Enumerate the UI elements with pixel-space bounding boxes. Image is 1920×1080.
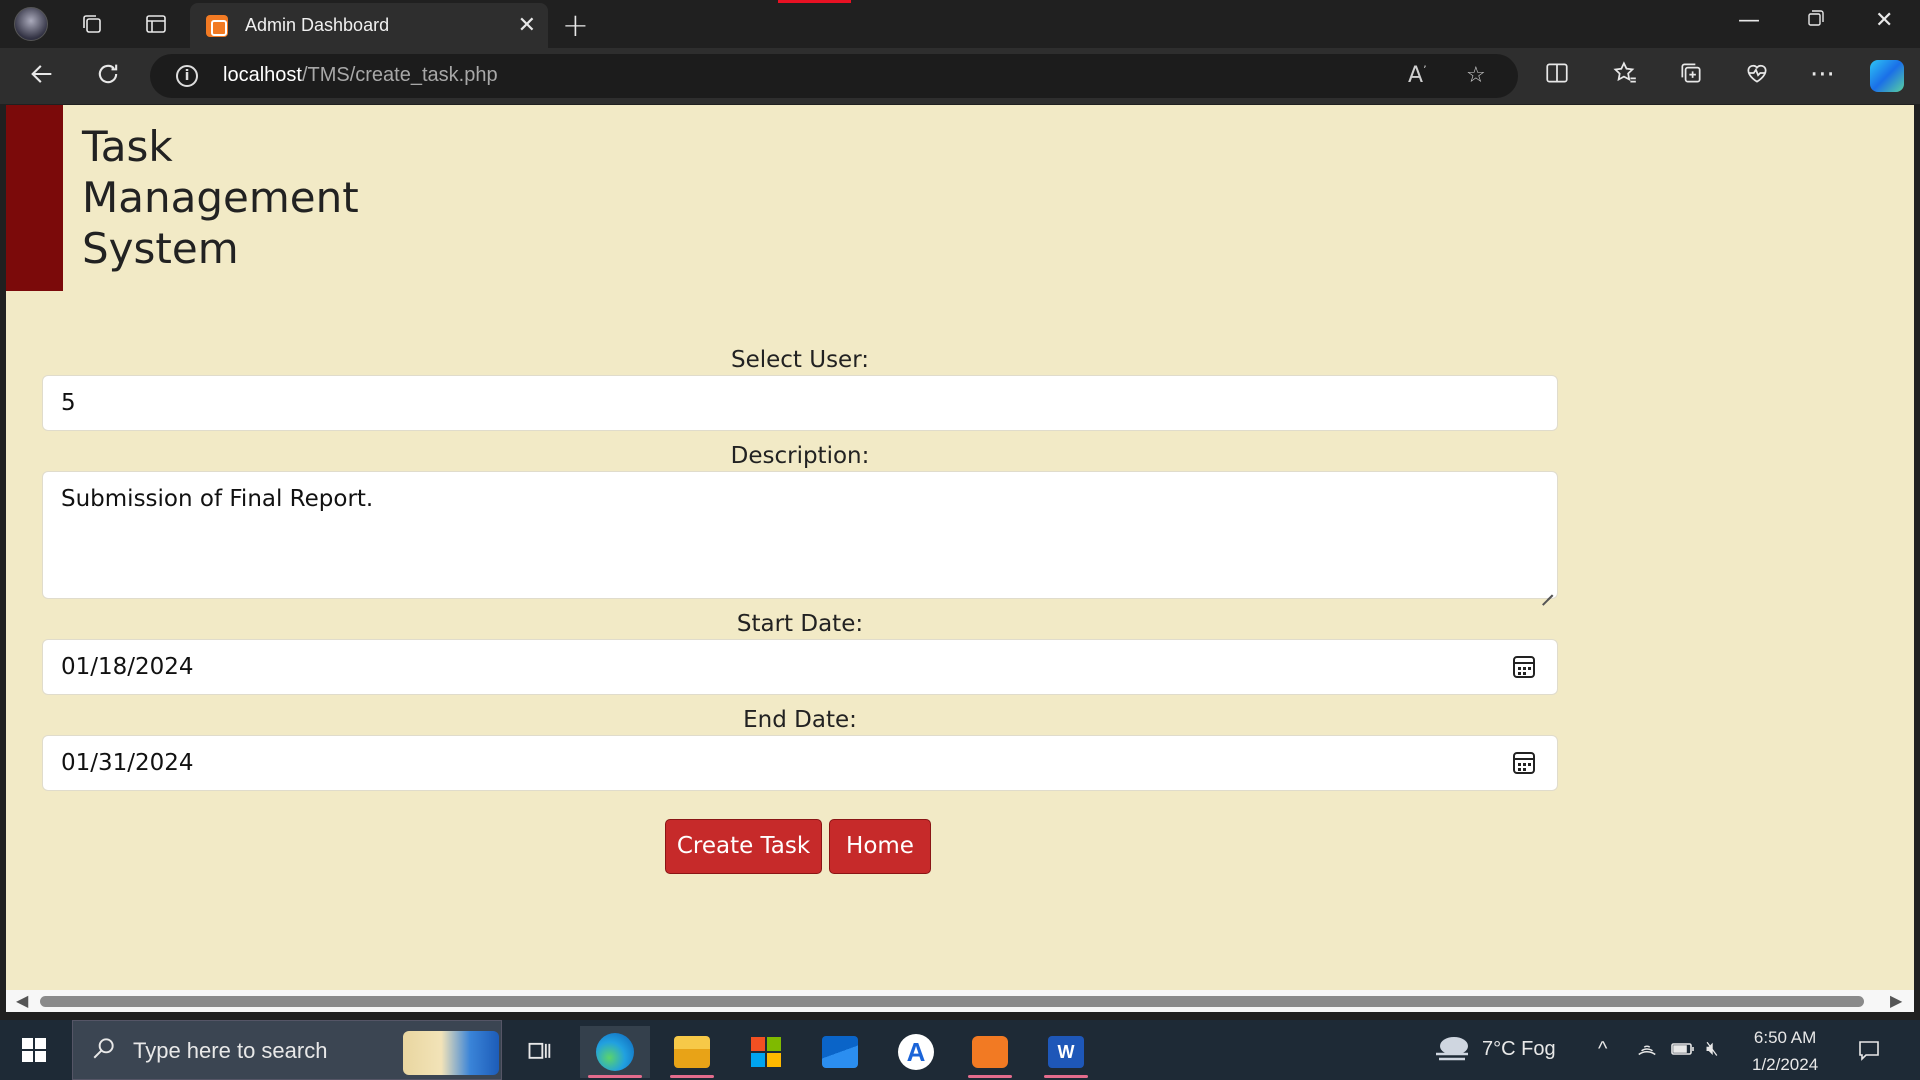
clock-time: 6:50 AM: [1753, 1028, 1817, 1047]
end-date-value: 01/31/2024: [61, 750, 194, 776]
scroll-right-icon[interactable]: ▶: [1890, 991, 1902, 1010]
window-frame: [0, 1012, 1920, 1020]
taskbar-file-explorer-icon[interactable]: [662, 1026, 722, 1078]
resize-handle-icon[interactable]: [1541, 583, 1553, 595]
search-placeholder: Type here to search: [133, 1038, 328, 1063]
favorites-icon[interactable]: [1612, 60, 1638, 93]
description-value: Submission of Final Report.: [61, 486, 374, 512]
tab-actions-icon[interactable]: [140, 8, 172, 40]
end-date-input[interactable]: 01/31/2024: [42, 735, 1558, 791]
select-user-value: 5: [61, 390, 76, 416]
url-text[interactable]: localhost/TMS/create_task.php: [223, 64, 498, 87]
start-date-label: Start Date:: [736, 611, 864, 637]
profile-avatar[interactable]: [14, 7, 48, 41]
network-icon[interactable]: [1636, 1038, 1658, 1066]
xampp-favicon-icon: [206, 15, 228, 37]
taskbar-edge-icon[interactable]: [580, 1026, 650, 1078]
browser-titlebar: Admin Dashboard ✕ + — ✕: [0, 0, 1920, 48]
taskbar-search-box[interactable]: Type here to search: [72, 1020, 502, 1080]
weather-icon[interactable]: [1432, 1032, 1472, 1070]
more-options-icon[interactable]: ···: [1810, 60, 1835, 90]
windows-taskbar: Type here to search A W 7°C Fog ^ 🔇︎ 6:5…: [0, 1020, 1920, 1080]
select-user-field[interactable]: 5: [42, 375, 1558, 431]
taskbar-app-icon[interactable]: A: [886, 1026, 946, 1078]
minimize-icon[interactable]: —: [1738, 8, 1760, 33]
calendar-icon[interactable]: [1513, 656, 1535, 678]
new-tab-icon[interactable]: +: [562, 6, 589, 44]
split-screen-icon[interactable]: [1544, 60, 1570, 93]
scroll-left-icon[interactable]: ◀: [16, 991, 28, 1010]
favorite-star-icon[interactable]: ☆: [1466, 63, 1486, 88]
windows-start-icon[interactable]: [22, 1038, 46, 1062]
volume-muted-icon[interactable]: 🔇︎: [1706, 1038, 1719, 1061]
notifications-icon[interactable]: [1856, 1038, 1882, 1068]
restore-icon[interactable]: [1806, 8, 1826, 34]
read-aloud-icon[interactable]: Aʼ: [1408, 63, 1427, 88]
search-icon: [91, 1035, 117, 1068]
clock-date: 1/2/2024: [1752, 1055, 1819, 1074]
site-title: Task Management System: [82, 122, 359, 273]
recording-indicator: [778, 0, 851, 3]
start-date-value: 01/18/2024: [61, 654, 194, 680]
taskbar-mail-icon[interactable]: [810, 1026, 870, 1078]
browser-essentials-icon[interactable]: [1744, 60, 1770, 93]
page-viewport: Task Management System Select User: 5 De…: [6, 105, 1914, 990]
select-user-label: Select User:: [730, 347, 870, 373]
brand-accent-bar: [6, 105, 63, 291]
workspaces-icon[interactable]: [76, 8, 108, 40]
taskbar-xampp-icon[interactable]: [960, 1026, 1020, 1078]
weather-text[interactable]: 7°C Fog: [1482, 1038, 1556, 1061]
tab-admin-dashboard[interactable]: Admin Dashboard ✕: [190, 3, 548, 48]
task-view-icon[interactable]: [510, 1026, 570, 1078]
close-tab-icon[interactable]: ✕: [518, 13, 536, 38]
tray-overflow-icon[interactable]: ^: [1598, 1038, 1607, 1061]
collections-icon[interactable]: [1678, 60, 1704, 93]
scrollbar-thumb[interactable]: [40, 996, 1864, 1007]
create-task-button[interactable]: Create Task: [665, 819, 822, 874]
start-date-input[interactable]: 01/18/2024: [42, 639, 1558, 695]
address-bar[interactable]: i localhost/TMS/create_task.php Aʼ ☆: [150, 54, 1518, 98]
calendar-icon[interactable]: [1513, 752, 1535, 774]
refresh-icon[interactable]: [94, 60, 122, 95]
back-icon[interactable]: [28, 60, 56, 95]
taskbar-word-icon[interactable]: W: [1036, 1026, 1096, 1078]
description-label: Description:: [730, 443, 870, 469]
create-task-form: Select User: 5 Description: Submission o…: [42, 345, 1558, 801]
search-highlight-image: [403, 1031, 499, 1075]
battery-icon[interactable]: [1670, 1038, 1696, 1066]
end-date-label: End Date:: [743, 707, 857, 733]
site-info-icon[interactable]: i: [176, 65, 198, 87]
home-button[interactable]: Home: [829, 819, 931, 874]
tab-title: Admin Dashboard: [245, 15, 390, 35]
taskbar-store-icon[interactable]: [736, 1026, 796, 1078]
copilot-icon[interactable]: [1870, 60, 1904, 92]
description-textarea[interactable]: Submission of Final Report.: [42, 471, 1558, 599]
browser-toolbar: i localhost/TMS/create_task.php Aʼ ☆ ···: [0, 48, 1920, 104]
taskbar-clock[interactable]: 6:50 AM 1/2/2024: [1752, 1024, 1818, 1078]
close-window-icon[interactable]: ✕: [1875, 8, 1893, 33]
